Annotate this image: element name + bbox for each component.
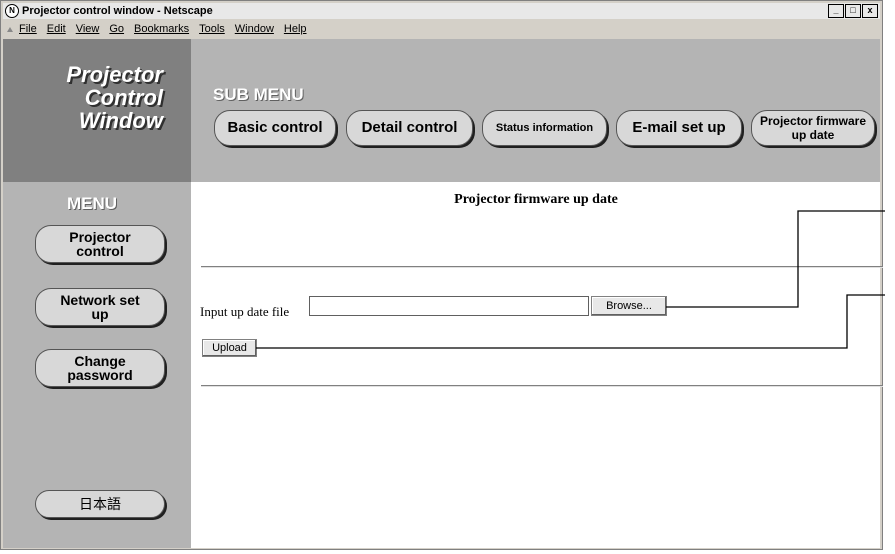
- browse-button[interactable]: Browse...: [591, 296, 667, 316]
- projector-control-button[interactable]: Projector control: [35, 225, 165, 263]
- firmware-update-button[interactable]: Projector firmware up date: [751, 110, 875, 146]
- submenu-title: SUB MENU: [213, 85, 304, 104]
- window-title: Projector control window - Netscape: [22, 5, 213, 17]
- menu-bookmarks[interactable]: Bookmarks: [134, 23, 189, 35]
- change-password-button[interactable]: Change password: [35, 349, 165, 387]
- detail-control-button[interactable]: Detail control: [346, 110, 473, 146]
- upload-button[interactable]: Upload: [202, 339, 257, 357]
- submenu-panel: SUB MENU Basic control Detail control St…: [191, 39, 880, 182]
- maximize-button[interactable]: □: [845, 4, 861, 18]
- file-input-label: Input up date file: [200, 304, 290, 319]
- netscape-icon: N: [5, 4, 19, 18]
- menu-edit[interactable]: Edit: [47, 23, 66, 35]
- network-setup-button[interactable]: Network set up: [35, 288, 165, 326]
- page-title: Projector firmware up date: [454, 192, 618, 207]
- menu-file[interactable]: File: [19, 23, 37, 35]
- menu-go[interactable]: Go: [109, 23, 124, 35]
- japanese-language-button[interactable]: 日本語: [35, 490, 165, 518]
- menu-view[interactable]: View: [76, 23, 100, 35]
- toolbar-grip-icon[interactable]: [7, 26, 13, 32]
- divider-top: [201, 266, 883, 268]
- menu-title: MENU: [66, 194, 118, 213]
- basic-control-button[interactable]: Basic control: [214, 110, 336, 146]
- window-controls: _ □ x: [828, 4, 878, 18]
- title-bar: N Projector control window - Netscape _ …: [3, 3, 880, 19]
- browser-window: N Projector control window - Netscape _ …: [0, 0, 883, 550]
- status-information-button[interactable]: Status information: [482, 110, 607, 146]
- menu-help[interactable]: Help: [284, 23, 307, 35]
- divider-bottom: [201, 385, 883, 387]
- logo-panel: Projector Control Window: [3, 39, 191, 182]
- close-button[interactable]: x: [862, 4, 878, 18]
- main-panel: Projector firmware up date Input up date…: [191, 182, 883, 548]
- app-logo: Projector Control Window: [66, 62, 163, 133]
- menu-bar: File Edit View Go Bookmarks Tools Window…: [3, 20, 880, 37]
- menu-panel: MENU Projector control Network set up Ch…: [3, 182, 191, 548]
- menu-tools[interactable]: Tools: [199, 23, 225, 35]
- update-file-input[interactable]: [309, 296, 589, 316]
- page-content: Projector Control Window SUB MENU Basic …: [3, 39, 883, 548]
- email-setup-button[interactable]: E-mail set up: [616, 110, 742, 146]
- minimize-button[interactable]: _: [828, 4, 844, 18]
- menu-window[interactable]: Window: [235, 23, 274, 35]
